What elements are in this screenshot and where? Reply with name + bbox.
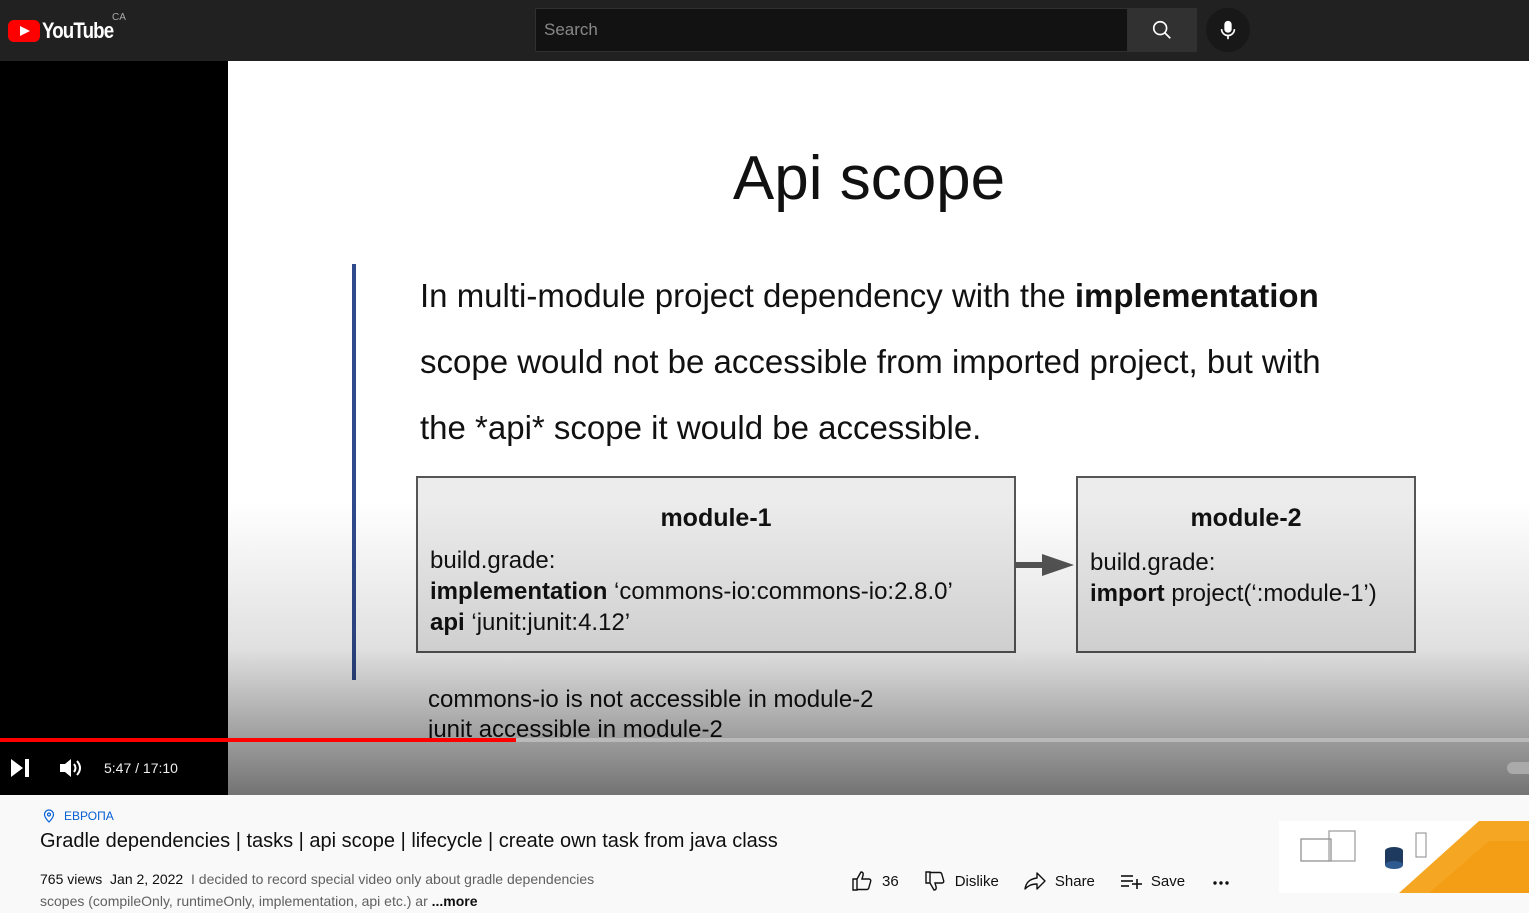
save-label: Save (1150, 872, 1186, 890)
slide-accent-bar (352, 264, 356, 680)
location-pin-icon (43, 809, 55, 823)
voice-search-button[interactable] (1206, 8, 1250, 52)
search-button[interactable] (1127, 8, 1197, 52)
module-1-line2-value: ‘commons-io:commons-io:2.8.0’ (607, 578, 953, 605)
video-player[interactable]: Api scope In multi-module project depend… (0, 61, 1529, 795)
share-icon (1024, 872, 1046, 890)
view-count: 765 views (40, 871, 103, 887)
module-1-title: module-1 (660, 504, 772, 532)
module-2-line2-value: project(‘:module-1’) (1164, 580, 1377, 607)
search-icon (1152, 20, 1171, 39)
upload-date: Jan 2, 2022 (110, 871, 184, 887)
dislike-button[interactable]: Dislike (923, 869, 999, 893)
share-label: Share (1054, 872, 1095, 890)
module-1-line3-value: ‘junit:junit:4.12’ (464, 609, 631, 636)
progress-bar[interactable] (0, 738, 1529, 742)
more-link[interactable]: ...more (432, 893, 478, 909)
module-1-line2-keyword: implementation (430, 578, 608, 605)
slide-body-line1-bold: implementation (1074, 277, 1319, 314)
thumbs-down-icon (924, 871, 945, 891)
location-label: ЕВРОПА (64, 809, 114, 823)
country-code: CA (112, 12, 126, 23)
module-1-line3-keyword: api (430, 609, 465, 636)
slide-body: In multi-module project dependency with … (420, 263, 1420, 461)
video-info: ЕВРОПА Gradle dependencies | tasks | api… (0, 795, 1529, 913)
autoplay-toggle[interactable] (1507, 762, 1529, 774)
video-frame-slide: Api scope In multi-module project depend… (228, 61, 1529, 795)
slide-notes: commons-io is not accessible in module-2… (428, 685, 874, 745)
action-bar: 36 Dislike Share Save (850, 867, 1265, 895)
location-link[interactable]: ЕВРОПА (42, 809, 114, 823)
like-button[interactable]: 36 (850, 869, 899, 893)
related-video-thumbnail[interactable] (1279, 821, 1529, 893)
volume-icon (60, 759, 81, 777)
logo-text: YouTube (42, 18, 114, 43)
share-button[interactable]: Share (1023, 869, 1095, 893)
more-actions-button[interactable] (1209, 869, 1241, 893)
module-2-title: module-2 (1190, 504, 1302, 532)
search-box (535, 8, 1128, 52)
youtube-logo[interactable]: YouTube (8, 18, 126, 44)
progress-fill (0, 738, 516, 742)
top-bar: YouTube CA (0, 0, 1529, 61)
module-1-box: module-1 build.grade: implementation ‘co… (416, 476, 1016, 653)
ad-banner-graphic (1279, 821, 1529, 893)
next-video-button[interactable] (8, 753, 32, 783)
arrow-right-icon (1016, 554, 1074, 576)
skip-next-icon (11, 759, 29, 777)
slide-body-line2: scope would not be accessible from impor… (420, 343, 1321, 380)
playlist-add-icon (1120, 875, 1142, 889)
more-horizontal-icon (1213, 881, 1229, 885)
module-1-line1: build.grade: (430, 547, 556, 574)
slide-body-line1: In multi-module project dependency with … (420, 277, 1075, 314)
save-button[interactable]: Save (1119, 869, 1185, 893)
description-box[interactable]: 765 views Jan 2, 2022 I decided to recor… (40, 868, 630, 912)
slide-title: Api scope (732, 144, 1006, 213)
time-display: 5:47 / 17:10 (104, 760, 178, 776)
youtube-play-icon (8, 20, 40, 42)
dislike-label: Dislike (954, 872, 999, 890)
module-2-box: module-2 build.grade: import project(‘:m… (1076, 476, 1416, 653)
video-title: Gradle dependencies | tasks | api scope … (40, 830, 778, 852)
slide-body-line3: the *api* scope it would be accessible. (420, 409, 982, 446)
module-2-line2-keyword: import (1090, 580, 1165, 607)
thumbs-up-icon (852, 871, 872, 891)
module-2-line1: build.grade: (1090, 549, 1216, 576)
slide-note-1: commons-io is not accessible in module-2 (428, 686, 874, 713)
volume-button[interactable] (58, 753, 84, 783)
like-count: 36 (882, 872, 899, 890)
search-input[interactable] (536, 9, 1127, 51)
microphone-icon (1220, 20, 1236, 40)
